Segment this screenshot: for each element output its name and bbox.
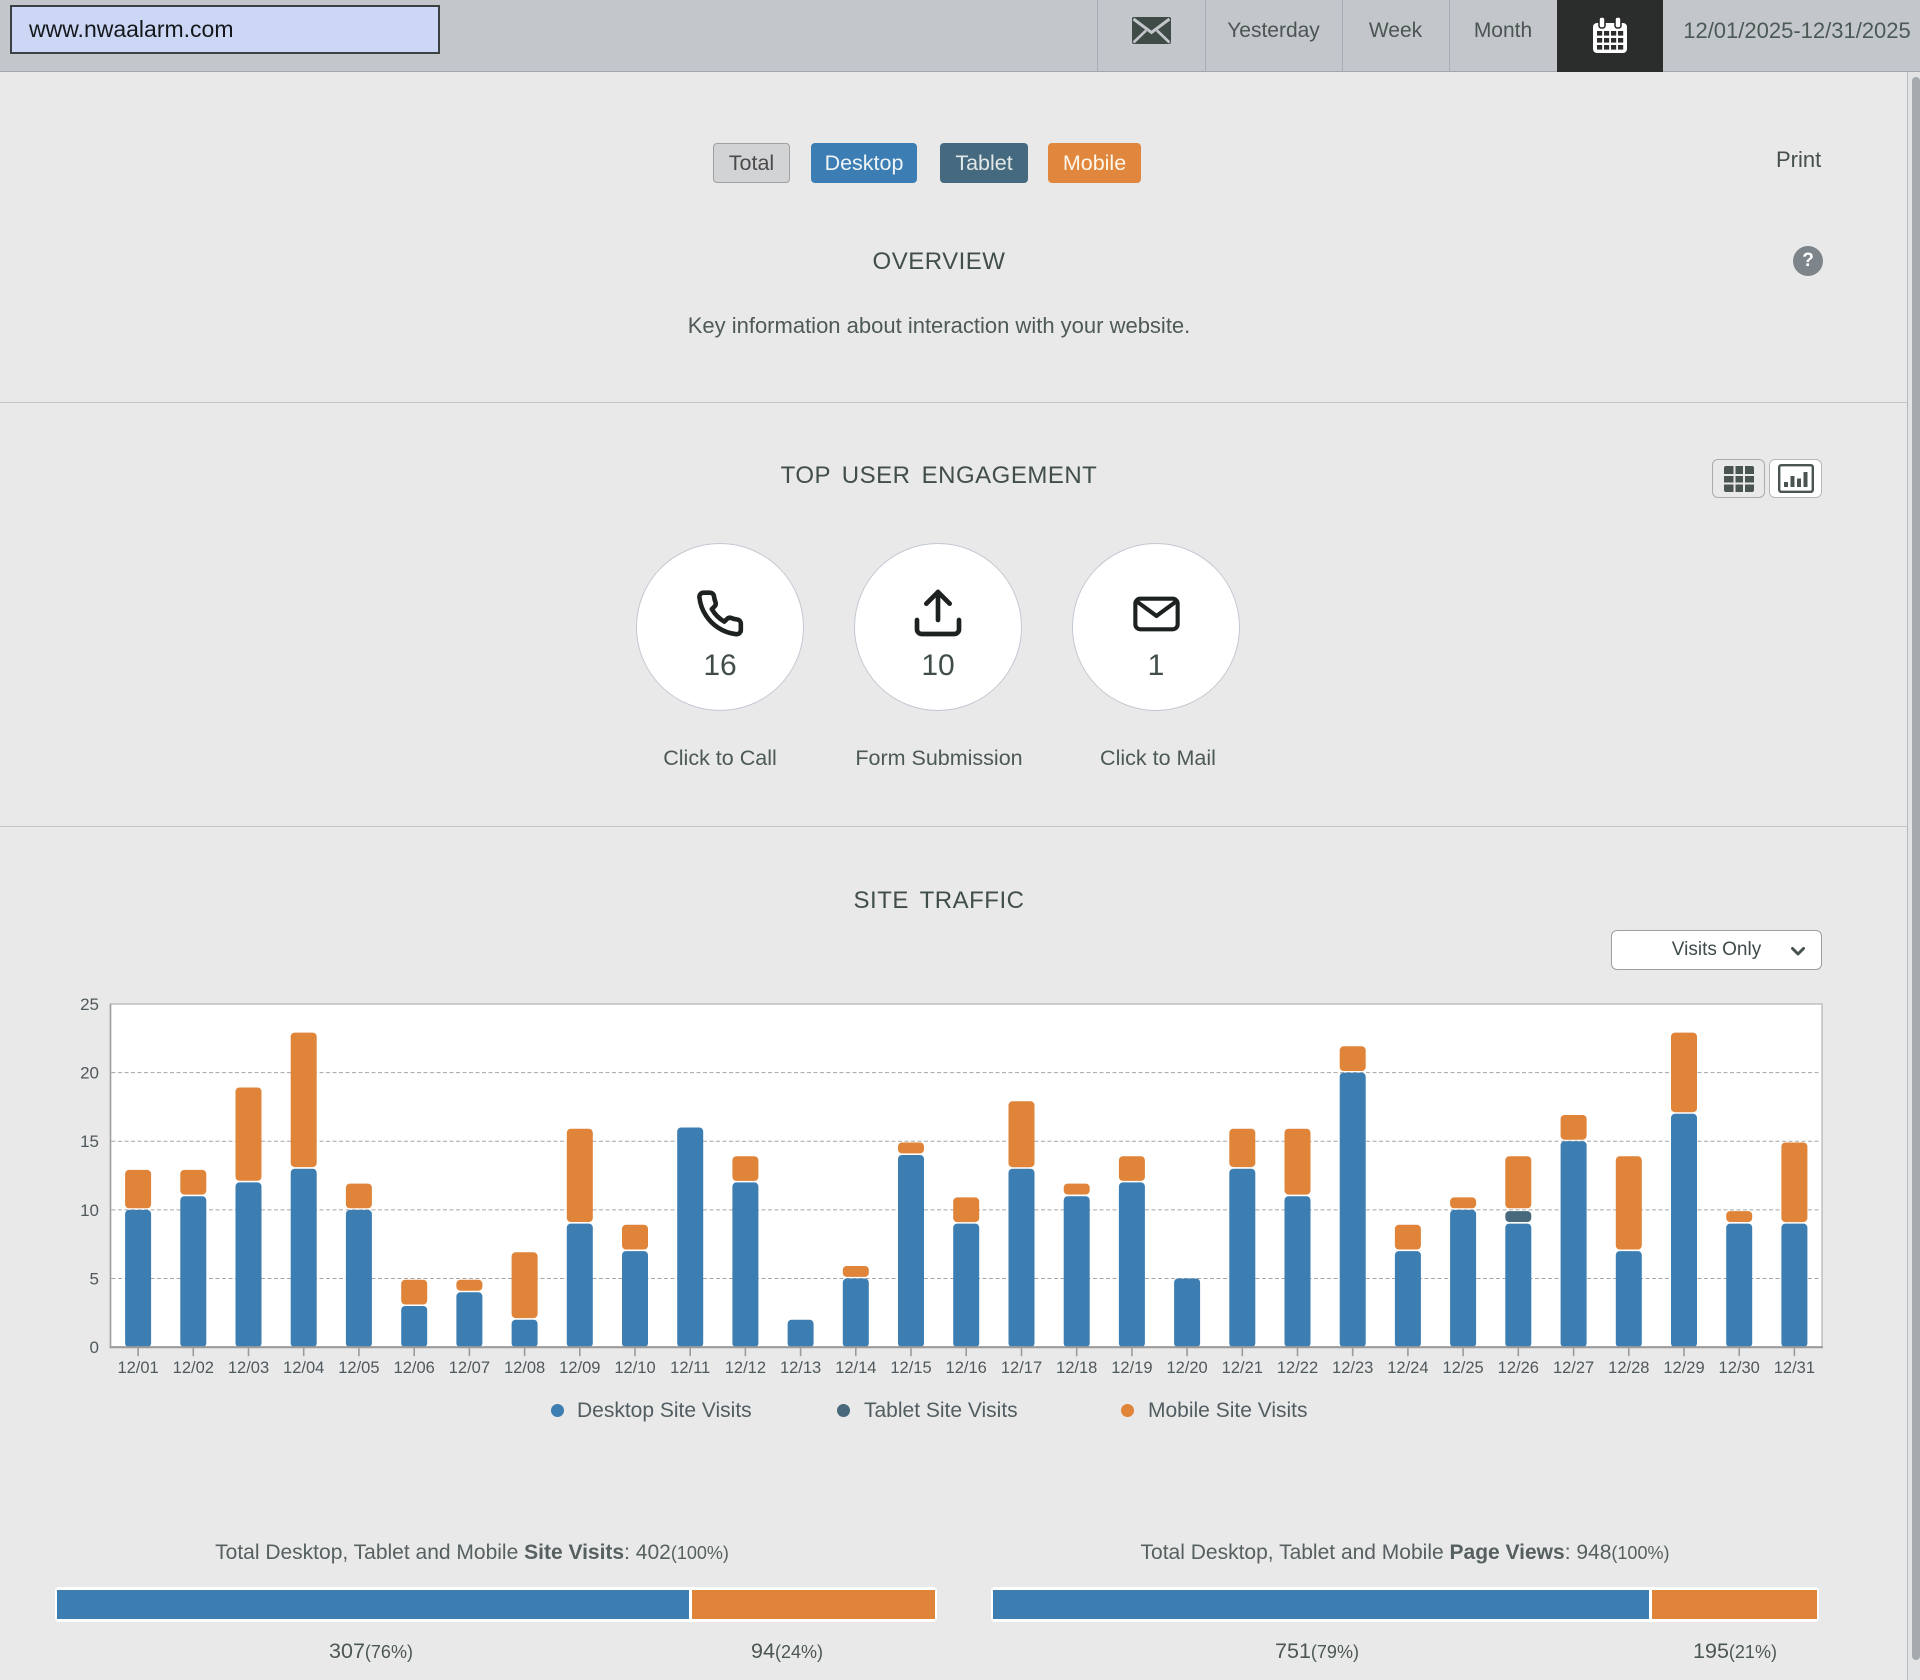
svg-text:12/30: 12/30 [1719,1359,1760,1377]
svg-text:12/26: 12/26 [1498,1359,1539,1377]
svg-text:20: 20 [80,1064,99,1083]
svg-text:12/25: 12/25 [1442,1359,1483,1377]
svg-text:12/29: 12/29 [1663,1359,1704,1377]
svg-text:12/07: 12/07 [449,1359,490,1377]
svg-text:12/09: 12/09 [559,1359,600,1377]
svg-text:10: 10 [80,1201,99,1220]
svg-text:12/05: 12/05 [338,1359,379,1377]
svg-text:12/16: 12/16 [946,1359,987,1377]
svg-text:12/14: 12/14 [835,1359,876,1377]
svg-text:12/28: 12/28 [1608,1359,1649,1377]
svg-text:12/22: 12/22 [1277,1359,1318,1377]
svg-text:12/31: 12/31 [1774,1359,1815,1377]
svg-text:12/15: 12/15 [890,1359,931,1377]
svg-text:12/04: 12/04 [283,1359,324,1377]
svg-text:12/11: 12/11 [670,1359,710,1377]
svg-text:12/23: 12/23 [1332,1359,1373,1377]
svg-text:12/27: 12/27 [1553,1359,1594,1377]
svg-text:12/01: 12/01 [117,1359,158,1377]
svg-text:12/20: 12/20 [1166,1359,1207,1377]
svg-text:12/13: 12/13 [780,1359,821,1377]
svg-text:0: 0 [90,1338,99,1357]
svg-text:12/21: 12/21 [1222,1359,1263,1377]
svg-text:12/08: 12/08 [504,1359,545,1377]
svg-text:12/24: 12/24 [1387,1359,1428,1377]
svg-text:12/06: 12/06 [394,1359,435,1377]
svg-text:12/03: 12/03 [228,1359,269,1377]
svg-text:5: 5 [90,1270,99,1289]
svg-text:12/02: 12/02 [173,1359,214,1377]
svg-text:25: 25 [80,995,99,1014]
svg-text:12/18: 12/18 [1056,1359,1097,1377]
svg-text:15: 15 [80,1132,99,1151]
svg-text:12/17: 12/17 [1001,1359,1042,1377]
svg-text:12/19: 12/19 [1111,1359,1152,1377]
svg-text:12/10: 12/10 [614,1359,655,1377]
svg-text:12/12: 12/12 [725,1359,766,1377]
